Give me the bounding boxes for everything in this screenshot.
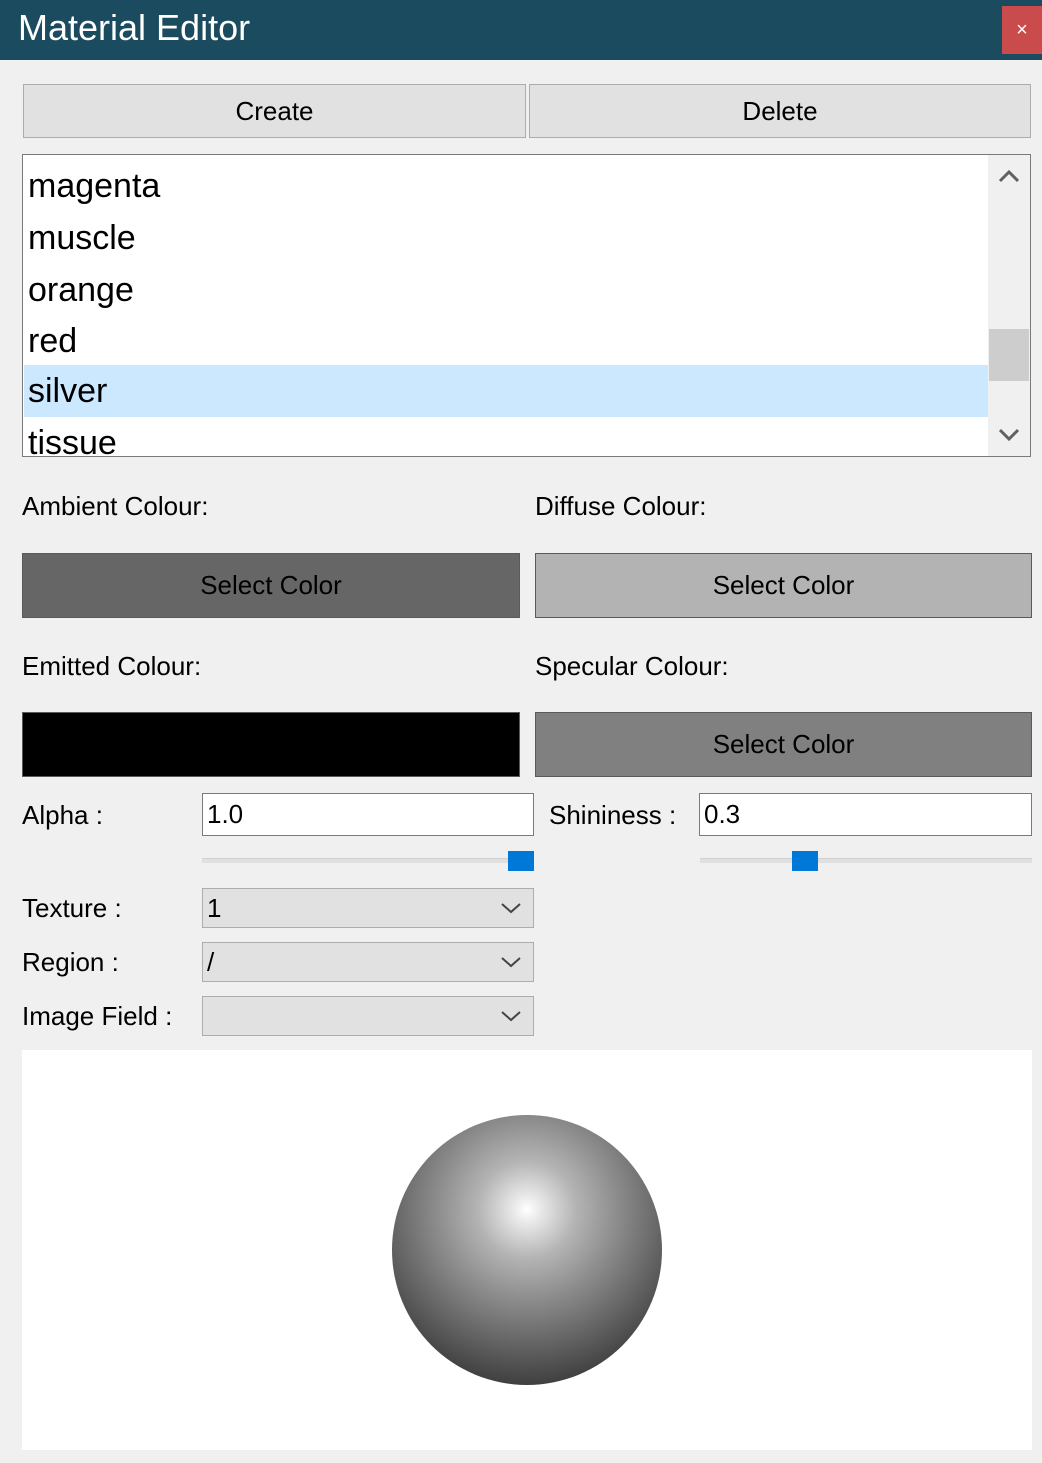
- diffuse-colour-button[interactable]: Select Color: [535, 553, 1032, 618]
- texture-label: Texture :: [22, 893, 122, 923]
- chevron-down-icon: [501, 957, 521, 968]
- texture-value: 1: [207, 893, 222, 923]
- emitted-colour-button[interactable]: [22, 712, 520, 777]
- chevron-up-icon[interactable]: [988, 155, 1030, 197]
- texture-select[interactable]: 1: [202, 888, 534, 928]
- list-item[interactable]: magenta: [24, 160, 988, 212]
- chevron-down-icon: [501, 1011, 521, 1022]
- shininess-slider[interactable]: [700, 858, 1032, 863]
- shininess-label: Shininess :: [549, 800, 677, 830]
- emitted-colour-label: Emitted Colour:: [22, 651, 202, 681]
- create-button[interactable]: Create: [23, 84, 526, 138]
- window-title: Material Editor: [18, 7, 251, 48]
- alpha-label: Alpha :: [22, 800, 103, 830]
- alpha-slider-thumb[interactable]: [508, 851, 534, 871]
- region-value: /: [207, 947, 215, 977]
- list-item[interactable]: tissue: [24, 417, 988, 456]
- close-button[interactable]: ×: [1002, 6, 1042, 54]
- ambient-colour-label: Ambient Colour:: [22, 491, 209, 521]
- ambient-colour-button[interactable]: Select Color: [22, 553, 520, 618]
- shininess-slider-thumb[interactable]: [791, 851, 818, 871]
- list-item[interactable]: orange: [24, 264, 988, 316]
- delete-button[interactable]: Delete: [529, 84, 1031, 138]
- region-select[interactable]: /: [202, 942, 534, 982]
- material-list[interactable]: magenta muscle orange red silver tissue: [22, 154, 1031, 457]
- alpha-slider[interactable]: [202, 858, 534, 863]
- region-label: Region :: [22, 947, 119, 977]
- specular-colour-label: Specular Colour:: [535, 651, 729, 681]
- list-item[interactable]: muscle: [24, 212, 988, 264]
- preview-sphere: [392, 1115, 662, 1385]
- alpha-input[interactable]: 1.0: [202, 793, 534, 836]
- diffuse-colour-label: Diffuse Colour:: [535, 491, 707, 521]
- chevron-down-icon[interactable]: [988, 414, 1030, 456]
- image-field-select[interactable]: [202, 996, 534, 1036]
- list-scrollbar[interactable]: [988, 155, 1030, 456]
- scroll-thumb[interactable]: [989, 329, 1029, 381]
- shininess-input[interactable]: 0.3: [699, 793, 1032, 836]
- list-item-selected[interactable]: silver: [24, 365, 988, 417]
- title-bar: Material Editor ×: [0, 0, 1042, 60]
- image-field-label: Image Field :: [22, 1001, 173, 1031]
- specular-colour-button[interactable]: Select Color: [535, 712, 1032, 777]
- material-preview[interactable]: [22, 1050, 1032, 1450]
- chevron-down-icon: [501, 903, 521, 914]
- list-item[interactable]: red: [24, 315, 988, 367]
